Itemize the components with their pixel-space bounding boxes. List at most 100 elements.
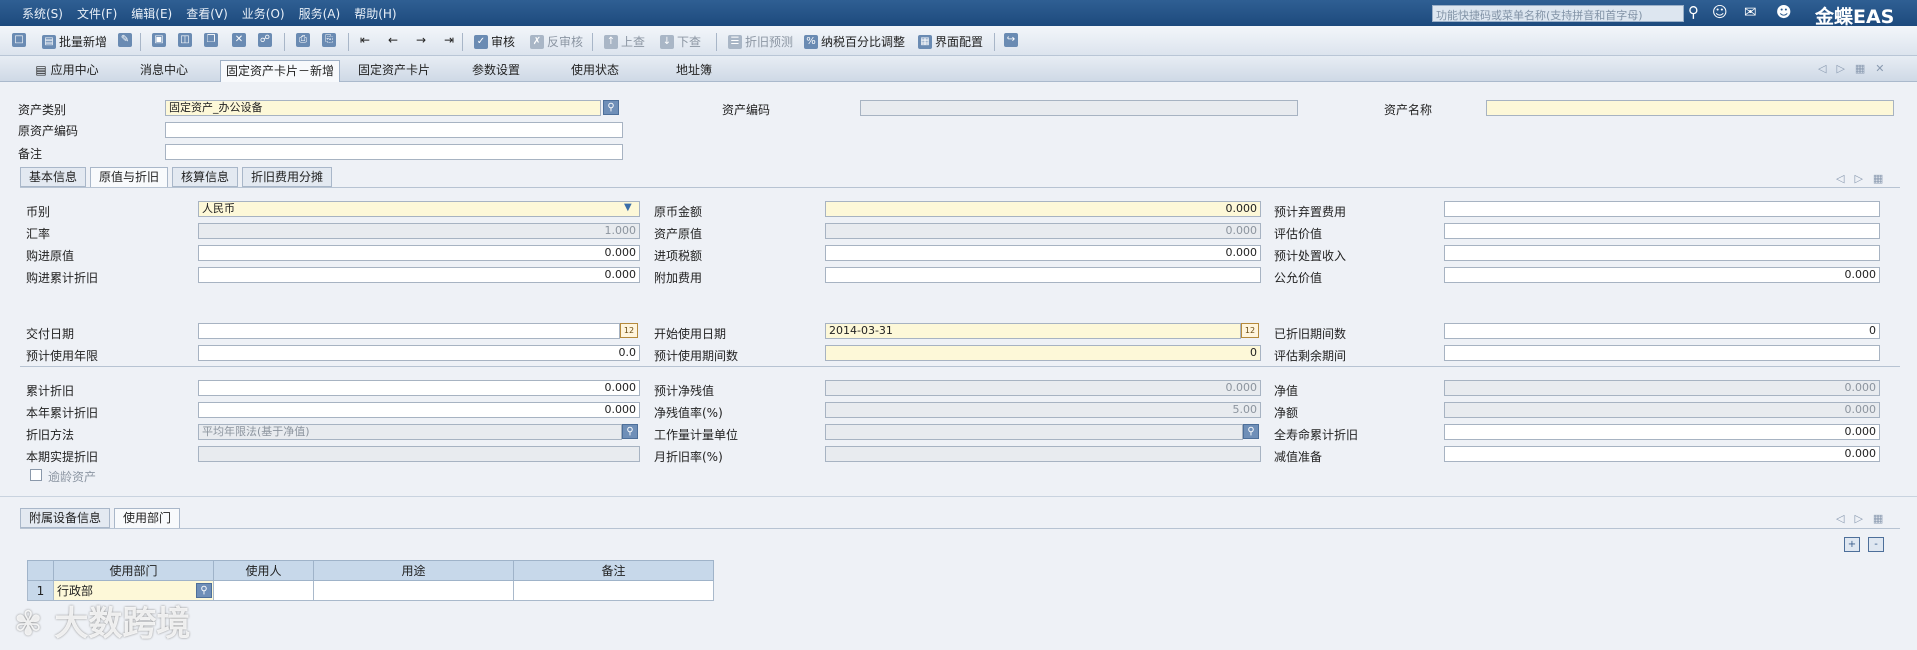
dropdown-arrow-icon[interactable]: ▼ xyxy=(624,202,632,213)
fair-value-field[interactable]: 0.000 xyxy=(1444,267,1880,283)
add-row-icon[interactable]: + xyxy=(1844,537,1860,552)
accum-depr-field[interactable]: 0.000 xyxy=(198,380,640,396)
new-button[interactable]: □ xyxy=(12,33,26,47)
asset-orig-field[interactable]: 0.000 xyxy=(825,223,1261,239)
menu-help[interactable]: 帮助(H) xyxy=(354,5,396,22)
menu-view[interactable]: 查看(V) xyxy=(186,5,228,22)
menu-business[interactable]: 业务(O) xyxy=(242,5,285,22)
tab-message-center[interactable]: 消息中心 xyxy=(118,60,210,82)
user-cell[interactable] xyxy=(213,580,314,601)
exit-button[interactable]: ↪ xyxy=(1004,33,1018,47)
detail-tab-arrows[interactable]: ◁▷▦ xyxy=(1836,172,1893,185)
purchase-orig-field[interactable]: 0.000 xyxy=(198,245,640,261)
asset-name-field[interactable] xyxy=(1486,100,1894,116)
search-icon[interactable]: ⚲ xyxy=(1688,3,1699,21)
residual-rate-field[interactable]: 5.00 xyxy=(825,402,1261,418)
remark-cell[interactable] xyxy=(513,580,714,601)
function-search-input[interactable]: 功能快捷码或菜单名称(支持拼音和首字母) xyxy=(1432,5,1684,22)
menu-file[interactable]: 文件(F) xyxy=(77,5,117,22)
depr-method-field[interactable]: 平均年限法(基于净值) xyxy=(198,424,622,440)
orig-code-field[interactable] xyxy=(165,122,623,138)
print-button[interactable]: ⎙ xyxy=(296,33,310,47)
tab-asset-card-new[interactable]: 固定资产卡片－新增 xyxy=(220,60,340,82)
tab-accounting[interactable]: 核算信息 xyxy=(172,167,239,187)
trace-down-button[interactable]: ↓ 下查 xyxy=(660,33,701,50)
menu-edit[interactable]: 编辑(E) xyxy=(131,5,172,22)
disposal-cost-field[interactable] xyxy=(1444,201,1880,217)
delete-row-icon[interactable]: - xyxy=(1868,537,1884,552)
batch-new-button[interactable]: ▤ 批量新增 xyxy=(42,33,107,50)
monthly-rate-field[interactable] xyxy=(825,446,1261,462)
current-depr-field[interactable] xyxy=(198,446,640,462)
message-icon[interactable]: ✉ xyxy=(1744,3,1757,21)
ui-config-button[interactable]: ▦ 界面配置 xyxy=(918,33,983,50)
tab-params[interactable]: 参数设置 xyxy=(448,60,544,82)
purchase-accum-field[interactable]: 0.000 xyxy=(198,267,640,283)
tab-scroll-arrows[interactable]: ◁▷▦✕ xyxy=(1818,62,1895,75)
currency-field[interactable]: 人民币 xyxy=(198,201,640,217)
est-years-field[interactable]: 0.0 xyxy=(198,345,640,361)
first-record-button[interactable]: ⇤ xyxy=(360,33,370,47)
user-icon[interactable]: ☻ xyxy=(1776,3,1792,21)
overage-checkbox[interactable] xyxy=(30,469,42,481)
attachment-button[interactable]: ☍ xyxy=(258,33,272,47)
prev-record-button[interactable]: ← xyxy=(388,33,398,47)
grid-header-remark[interactable]: 备注 xyxy=(513,560,714,581)
eval-remaining-field[interactable] xyxy=(1444,345,1880,361)
edit-button[interactable]: ✎ xyxy=(118,33,132,47)
tab-usage-status[interactable]: 使用状态 xyxy=(550,60,640,82)
tab-attached-equipment[interactable]: 附属设备信息 xyxy=(20,508,111,528)
department-lookup-icon[interactable]: ⚲ xyxy=(196,583,212,598)
depr-method-lookup-icon[interactable]: ⚲ xyxy=(622,424,638,439)
tab-value-depr[interactable]: 原值与折旧 xyxy=(90,167,169,187)
workload-unit-field[interactable] xyxy=(825,424,1243,440)
grid-header-user[interactable]: 使用人 xyxy=(213,560,314,581)
depr-forecast-button[interactable]: ☰ 折旧预测 xyxy=(728,33,793,50)
impairment-field[interactable]: 0.000 xyxy=(1444,446,1880,462)
last-record-button[interactable]: ⇥ xyxy=(444,33,454,47)
tab-asset-card[interactable]: 固定资产卡片 xyxy=(346,60,442,82)
menu-service[interactable]: 服务(A) xyxy=(299,5,341,22)
print-preview-button[interactable]: ⎘ xyxy=(322,33,336,47)
net-amount-field[interactable]: 0.000 xyxy=(1444,402,1880,418)
orig-amount-field[interactable]: 0.000 xyxy=(825,201,1261,217)
smiley-icon[interactable]: ☺ xyxy=(1712,3,1728,21)
tab-app-center[interactable]: ▤ 应用中心 xyxy=(26,60,108,82)
est-periods-field[interactable]: 0 xyxy=(825,345,1261,361)
tab-basic-info[interactable]: 基本信息 xyxy=(20,167,87,187)
delete-button[interactable]: ✕ xyxy=(232,33,246,47)
menu-system[interactable]: 系统(S) xyxy=(22,5,63,22)
tab-using-department[interactable]: 使用部门 xyxy=(114,508,181,528)
extra-cost-field[interactable] xyxy=(825,267,1261,283)
input-tax-field[interactable]: 0.000 xyxy=(825,245,1261,261)
asset-category-field[interactable]: 固定资产_办公设备 xyxy=(165,100,601,116)
copy-button[interactable]: ❐ xyxy=(204,33,218,47)
next-record-button[interactable]: → xyxy=(416,33,426,47)
bottom-tab-arrows[interactable]: ◁▷▦ xyxy=(1836,512,1893,525)
depr-periods-field[interactable]: 0 xyxy=(1444,323,1880,339)
net-value-field[interactable]: 0.000 xyxy=(1444,380,1880,396)
disposal-income-field[interactable] xyxy=(1444,245,1880,261)
tax-adjust-button[interactable]: % 纳税百分比调整 xyxy=(804,33,905,50)
trace-up-button[interactable]: ↑ 上查 xyxy=(604,33,645,50)
life-accum-field[interactable]: 0.000 xyxy=(1444,424,1880,440)
delivery-date-field[interactable] xyxy=(198,323,620,339)
start-date-calendar-icon[interactable]: 12 xyxy=(1241,323,1259,338)
unaudit-button[interactable]: ✗ 反审核 xyxy=(530,33,583,50)
year-accum-field[interactable]: 0.000 xyxy=(198,402,640,418)
tab-depr-allocation[interactable]: 折旧费用分摊 xyxy=(242,167,333,187)
tab-address-book[interactable]: 地址簿 xyxy=(646,60,742,82)
est-residual-field[interactable]: 0.000 xyxy=(825,380,1261,396)
start-date-field[interactable]: 2014-03-31 xyxy=(825,323,1241,339)
audit-button[interactable]: ✓ 审核 xyxy=(474,33,515,50)
save-button[interactable]: ▣ xyxy=(152,33,166,47)
exchange-rate-field[interactable]: 1.000 xyxy=(198,223,640,239)
eval-value-field[interactable] xyxy=(1444,223,1880,239)
grid-header-purpose[interactable]: 用途 xyxy=(313,560,514,581)
asset-code-field[interactable] xyxy=(860,100,1298,116)
grid-header-department[interactable]: 使用部门 xyxy=(53,560,214,581)
purpose-cell[interactable] xyxy=(313,580,514,601)
open-button[interactable]: ◫ xyxy=(178,33,192,47)
calendar-icon[interactable]: 12 xyxy=(620,323,638,338)
asset-category-lookup-icon[interactable]: ⚲ xyxy=(603,100,619,115)
